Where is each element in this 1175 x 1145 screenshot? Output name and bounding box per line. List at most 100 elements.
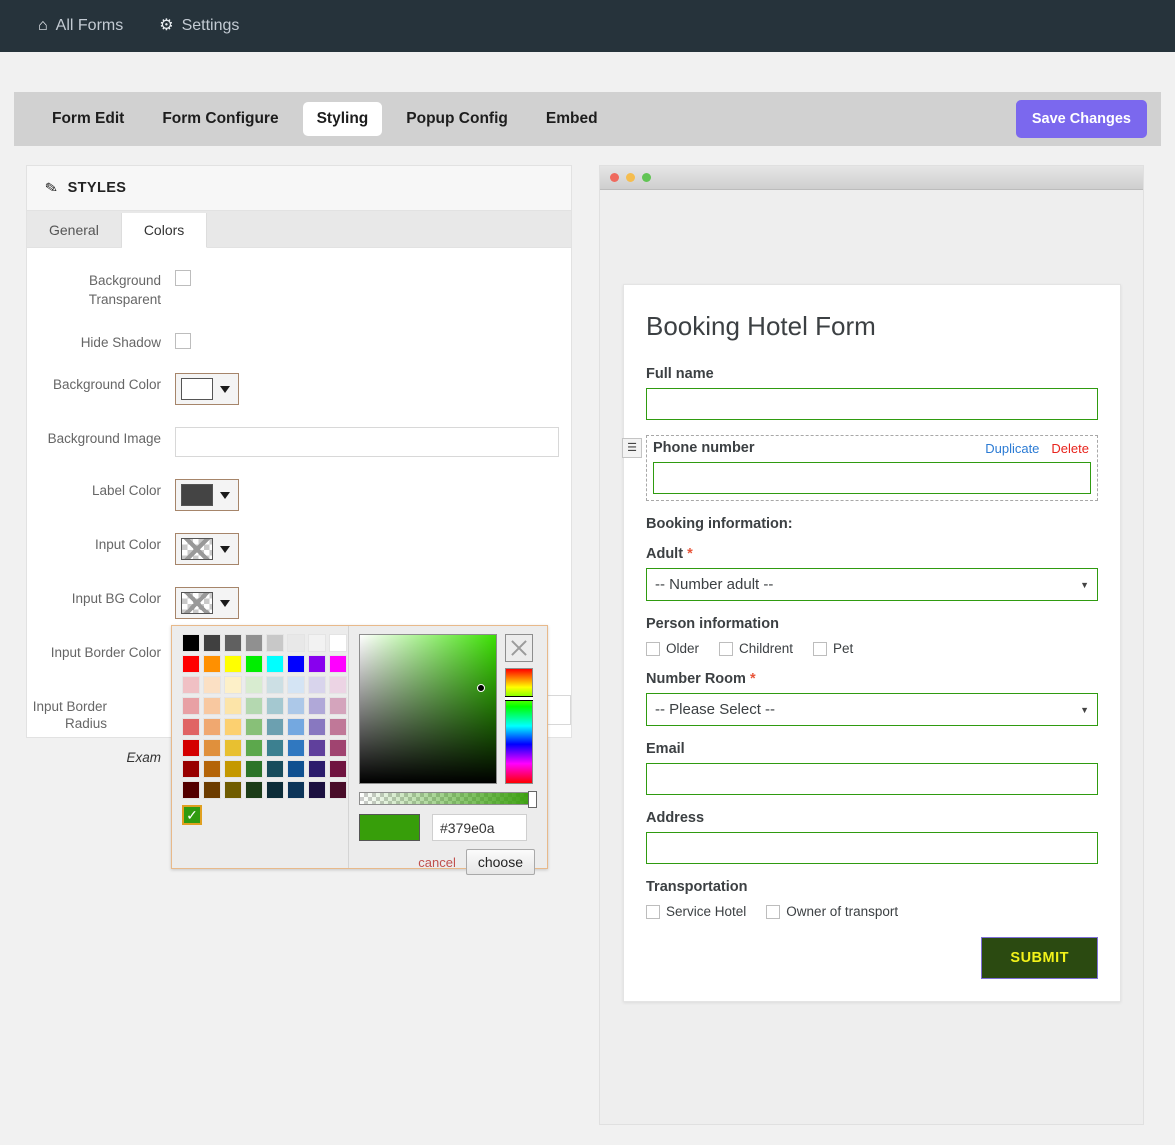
checkbox-pet[interactable] — [813, 641, 828, 656]
palette-swatch-4-3[interactable] — [245, 718, 263, 736]
select-adult[interactable]: -- Number adult -- ▼ — [646, 568, 1098, 601]
palette-swatch-5-6[interactable] — [308, 739, 326, 757]
palette-swatch-7-6[interactable] — [308, 781, 326, 799]
palette-swatch-7-1[interactable] — [203, 781, 221, 799]
palette-swatch-4-7[interactable] — [329, 718, 347, 736]
field-phone-number[interactable]: ☰ Duplicate Delete Phone number — [622, 435, 1098, 501]
palette-swatch-3-5[interactable] — [287, 697, 305, 715]
saturation-value-box[interactable] — [359, 634, 497, 784]
checkbox-owner-of-transport[interactable] — [766, 904, 781, 919]
duplicate-link[interactable]: Duplicate — [985, 441, 1039, 456]
palette-swatch-0-3[interactable] — [245, 634, 263, 652]
checkbox-hide-shadow[interactable] — [175, 333, 191, 349]
color-button-background-color[interactable] — [175, 373, 239, 405]
checkbox-option-owner-of-transport[interactable]: Owner of transport — [766, 904, 898, 919]
palette-swatch-0-6[interactable] — [308, 634, 326, 652]
checkbox-service-hotel[interactable] — [646, 904, 660, 919]
checkbox-background-transparent[interactable] — [175, 270, 191, 286]
drag-handle-icon[interactable]: ☰ — [622, 438, 642, 458]
alpha-slider[interactable] — [359, 791, 537, 808]
palette-swatch-6-7[interactable] — [329, 760, 347, 778]
palette-swatch-1-2[interactable] — [224, 655, 242, 673]
input-full-name[interactable] — [646, 388, 1098, 420]
palette-swatch-3-1[interactable] — [203, 697, 221, 715]
palette-swatch-7-3[interactable] — [245, 781, 263, 799]
palette-selected-check[interactable]: ✓ — [182, 805, 202, 825]
palette-swatch-6-0[interactable] — [182, 760, 200, 778]
palette-swatch-1-5[interactable] — [287, 655, 305, 673]
palette-swatch-4-6[interactable] — [308, 718, 326, 736]
palette-swatch-0-4[interactable] — [266, 634, 284, 652]
tab-embed[interactable]: Embed — [532, 102, 612, 136]
hue-slider[interactable] — [505, 668, 533, 784]
subtab-general[interactable]: General — [27, 213, 122, 247]
palette-swatch-7-2[interactable] — [224, 781, 242, 799]
adminbar-item-all-forms[interactable]: ⌂ All Forms — [20, 0, 141, 52]
adminbar-item-settings[interactable]: ⚙ Settings — [141, 0, 257, 52]
palette-swatch-0-2[interactable] — [224, 634, 242, 652]
checkbox-option-pet[interactable]: Pet — [813, 641, 853, 656]
clear-color-x-icon[interactable] — [505, 634, 533, 662]
palette-swatch-6-5[interactable] — [287, 760, 305, 778]
palette-swatch-7-5[interactable] — [287, 781, 305, 799]
palette-swatch-3-2[interactable] — [224, 697, 242, 715]
checkbox-option-childrent[interactable]: Childrent — [719, 641, 793, 656]
palette-swatch-1-0[interactable] — [182, 655, 200, 673]
palette-swatch-3-0[interactable] — [182, 697, 200, 715]
window-minimize-dot-icon[interactable] — [626, 173, 635, 182]
alpha-slider-handle[interactable] — [528, 791, 537, 808]
palette-swatch-6-4[interactable] — [266, 760, 284, 778]
window-close-dot-icon[interactable] — [610, 173, 619, 182]
palette-swatch-2-3[interactable] — [245, 676, 263, 694]
palette-swatch-6-1[interactable] — [203, 760, 221, 778]
saturation-value-cursor[interactable] — [477, 684, 485, 692]
hex-value-input[interactable] — [432, 814, 527, 841]
palette-swatch-7-4[interactable] — [266, 781, 284, 799]
palette-swatch-5-4[interactable] — [266, 739, 284, 757]
palette-swatch-7-0[interactable] — [182, 781, 200, 799]
palette-swatch-3-4[interactable] — [266, 697, 284, 715]
window-maximize-dot-icon[interactable] — [642, 173, 651, 182]
palette-swatch-5-1[interactable] — [203, 739, 221, 757]
palette-swatch-1-6[interactable] — [308, 655, 326, 673]
input-background-image[interactable] — [175, 427, 559, 457]
checkbox-option-service-hotel[interactable]: Service Hotel — [646, 904, 746, 919]
palette-swatch-2-1[interactable] — [203, 676, 221, 694]
palette-swatch-4-1[interactable] — [203, 718, 221, 736]
palette-swatch-1-7[interactable] — [329, 655, 347, 673]
palette-swatch-3-6[interactable] — [308, 697, 326, 715]
color-button-label-color[interactable] — [175, 479, 239, 511]
palette-swatch-3-7[interactable] — [329, 697, 347, 715]
palette-swatch-2-7[interactable] — [329, 676, 347, 694]
subtab-colors[interactable]: Colors — [121, 213, 208, 248]
palette-swatch-4-5[interactable] — [287, 718, 305, 736]
delete-link[interactable]: Delete — [1051, 441, 1089, 456]
tab-form-configure[interactable]: Form Configure — [148, 102, 292, 136]
cancel-link[interactable]: cancel — [418, 855, 456, 870]
palette-swatch-0-1[interactable] — [203, 634, 221, 652]
palette-swatch-0-0[interactable] — [182, 634, 200, 652]
input-phone-number[interactable] — [653, 462, 1091, 494]
palette-swatch-4-4[interactable] — [266, 718, 284, 736]
color-button-input-color[interactable] — [175, 533, 239, 565]
palette-swatch-3-3[interactable] — [245, 697, 263, 715]
palette-swatch-1-4[interactable] — [266, 655, 284, 673]
tab-styling[interactable]: Styling — [302, 102, 383, 136]
palette-swatch-5-2[interactable] — [224, 739, 242, 757]
palette-swatch-6-6[interactable] — [308, 760, 326, 778]
submit-button[interactable]: SUBMIT — [981, 937, 1098, 979]
tab-popup-config[interactable]: Popup Config — [392, 102, 522, 136]
palette-swatch-1-3[interactable] — [245, 655, 263, 673]
save-changes-button[interactable]: Save Changes — [1015, 100, 1147, 138]
checkbox-childrent[interactable] — [719, 641, 734, 656]
palette-swatch-2-4[interactable] — [266, 676, 284, 694]
hue-slider-handle[interactable] — [505, 696, 533, 701]
color-button-input-bg-color[interactable] — [175, 587, 239, 619]
palette-swatch-7-7[interactable] — [329, 781, 347, 799]
palette-swatch-2-5[interactable] — [287, 676, 305, 694]
select-number-room[interactable]: -- Please Select -- ▼ — [646, 693, 1098, 726]
input-email[interactable] — [646, 763, 1098, 795]
palette-swatch-6-3[interactable] — [245, 760, 263, 778]
palette-swatch-5-5[interactable] — [287, 739, 305, 757]
palette-swatch-5-7[interactable] — [329, 739, 347, 757]
